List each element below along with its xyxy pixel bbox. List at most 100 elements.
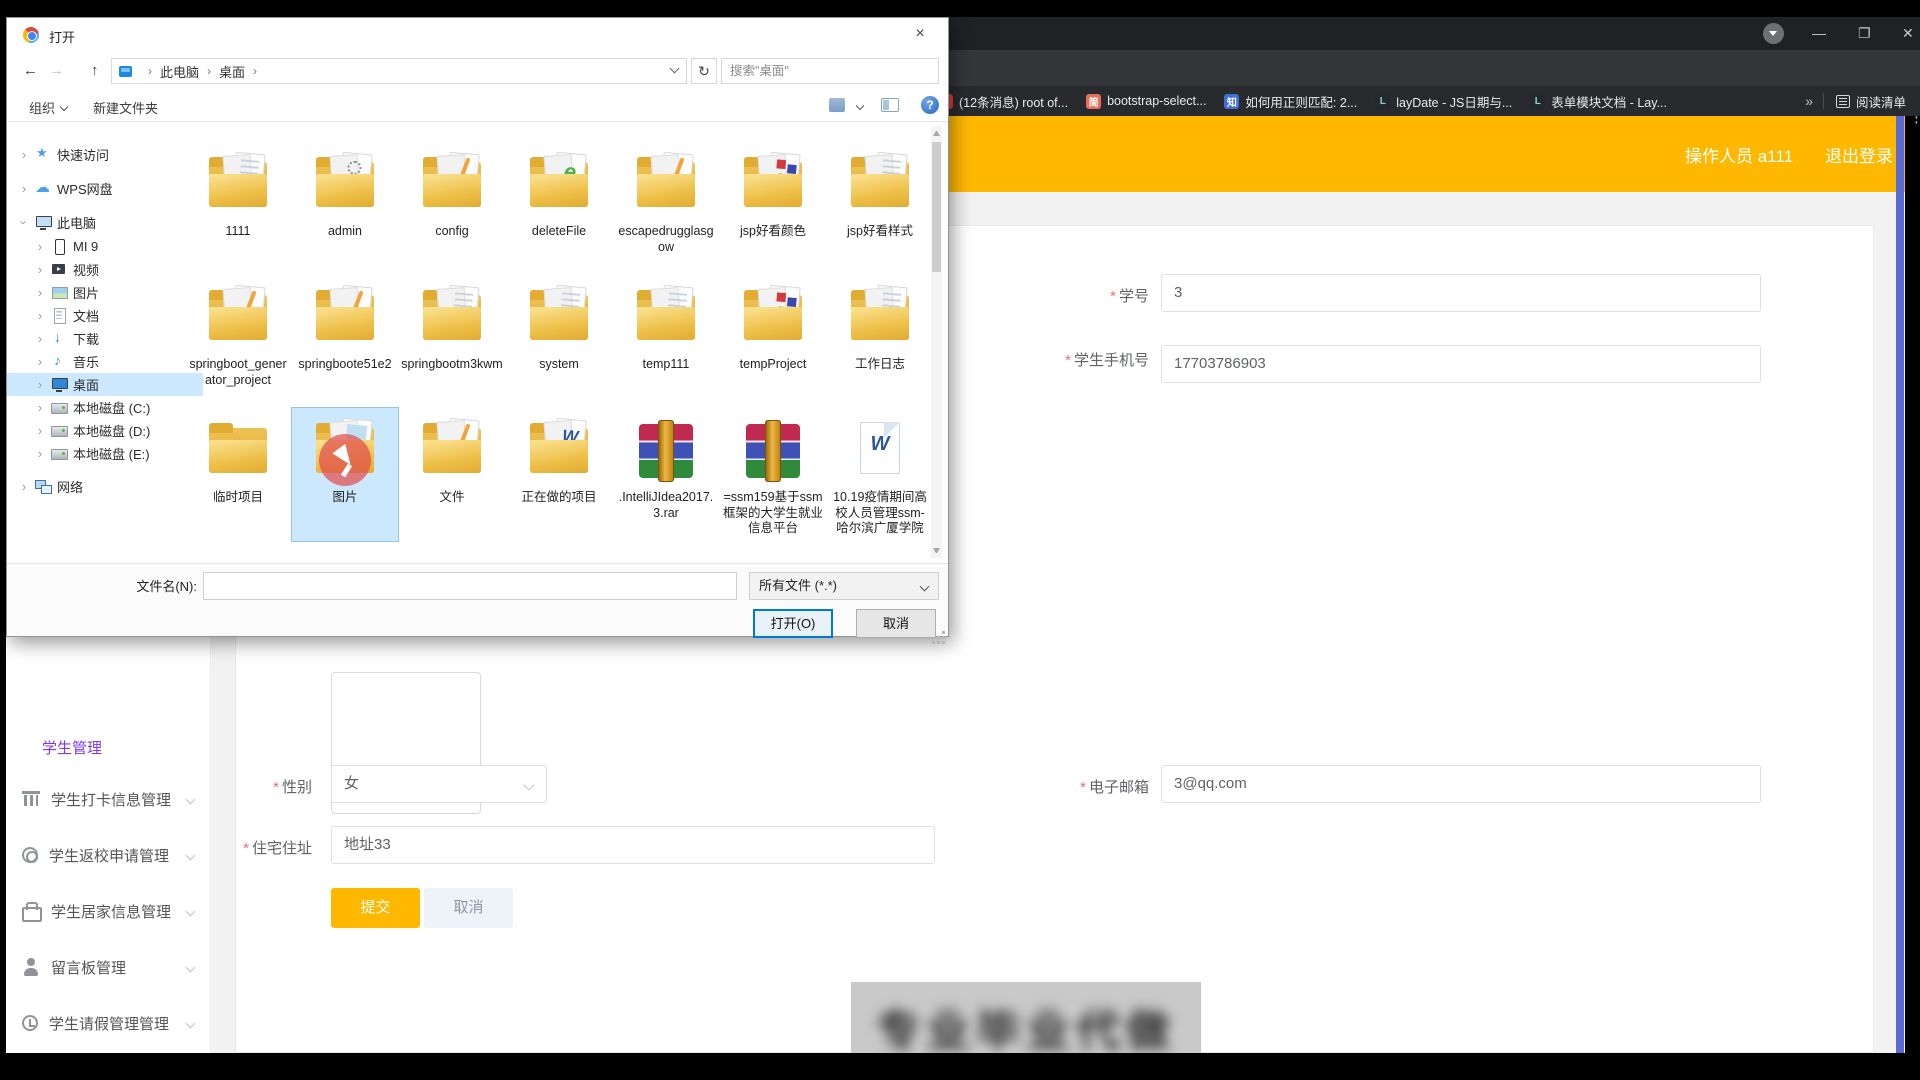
view-mode-icon[interactable] [829, 98, 845, 112]
file-item[interactable]: system [506, 275, 612, 408]
form-cancel-button[interactable]: 取消 [424, 888, 513, 928]
file-item[interactable]: springbootm3kwm [399, 275, 505, 408]
tree-node-label: 文档 [73, 306, 99, 325]
help-icon[interactable]: ? [921, 96, 939, 114]
file-item[interactable]: springboote51e2 [292, 275, 398, 408]
file-item[interactable]: =ssm159基于ssm框架的大学生就业信息平台 [720, 408, 826, 541]
tree-node[interactable]: 音乐 [7, 350, 203, 373]
tree-node[interactable]: 视频 [7, 258, 203, 281]
address-dropdown-icon[interactable] [670, 65, 678, 73]
dialog-close-icon[interactable]: × [908, 25, 932, 43]
file-item[interactable]: springboot_generator_project [185, 275, 291, 408]
file-item[interactable]: 图片 [292, 408, 398, 541]
chevron-icon[interactable] [33, 377, 47, 392]
file-item[interactable]: config [399, 142, 505, 275]
resize-grip[interactable] [942, 631, 945, 634]
file-item[interactable]: escapedrugglasgow [613, 142, 719, 275]
gender-select[interactable]: 女 [331, 765, 547, 803]
file-item[interactable]: tempProject [720, 275, 826, 408]
close-window-button[interactable]: ✕ [1902, 24, 1914, 42]
logout-link[interactable]: 退出登录 [1825, 142, 1893, 167]
chevron-icon[interactable] [33, 285, 47, 300]
sidebar-section-student-mgmt[interactable]: 学生管理 [42, 737, 102, 758]
open-button[interactable]: 打开(O) [753, 609, 833, 638]
bookmark-item[interactable]: L layDate - JS日期与... [1375, 92, 1512, 111]
grid-scrollbar[interactable] [931, 126, 942, 558]
file-item[interactable]: 工作日志 [827, 275, 933, 408]
tree-node[interactable]: 文档 [7, 304, 203, 327]
breadcrumb-desktop[interactable]: 桌面 [219, 62, 245, 81]
chevron-icon[interactable] [33, 446, 47, 461]
bookmark-item[interactable]: C (12条消息) root of... [938, 92, 1068, 111]
tree-node[interactable]: 本地磁盘 (C:) [7, 396, 203, 419]
minimize-button[interactable]: — [1812, 24, 1826, 42]
new-folder-button[interactable]: 新建文件夹 [93, 98, 158, 117]
tree-node[interactable]: 本地磁盘 (E:) [7, 442, 203, 465]
tree-node[interactable]: 本地磁盘 (D:) [7, 419, 203, 442]
tree-node[interactable]: 快速访问 [7, 142, 203, 167]
chevron-icon[interactable] [33, 308, 47, 323]
bookmark-item[interactable]: 简 bootstrap-select... [1086, 94, 1206, 109]
organize-menu[interactable]: 组织 [29, 98, 68, 117]
bookmark-item[interactable]: L 表单模块文档 - Lay... [1530, 92, 1667, 111]
filename-input[interactable] [203, 572, 737, 600]
refresh-button[interactable]: ↻ [691, 58, 717, 84]
sidebar-item[interactable]: 学生打卡信息管理 [22, 782, 196, 816]
chevron-icon[interactable] [17, 215, 31, 230]
file-item[interactable]: 文件 [399, 408, 505, 541]
address-input[interactable]: 地址33 [331, 826, 935, 864]
file-item-label: 1111 [223, 224, 252, 240]
chevron-icon[interactable] [17, 181, 31, 196]
reading-list-icon[interactable] [1836, 95, 1850, 108]
chevron-icon[interactable] [33, 331, 47, 346]
submit-button[interactable]: 提交 [331, 888, 420, 928]
file-item[interactable]: 临时项目 [185, 408, 291, 541]
file-item[interactable]: jsp好看样式 [827, 142, 933, 275]
restore-button[interactable]: ❐ [1858, 24, 1871, 42]
bookmarks-overflow-icon[interactable]: » [1805, 93, 1813, 109]
breadcrumb-this-pc[interactable]: 此电脑 [160, 62, 199, 81]
tree-node[interactable]: 下载 [7, 327, 203, 350]
chevron-icon[interactable] [33, 400, 47, 415]
chevron-icon[interactable] [17, 147, 31, 162]
chevron-icon[interactable] [33, 354, 47, 369]
file-item[interactable]: .IntelliJIdea2017.3.rar [613, 408, 719, 541]
bookmark-item[interactable]: 知 如何用正则匹配: 2... [1224, 92, 1357, 111]
tree-node[interactable]: 此电脑 [7, 210, 203, 235]
email-input[interactable]: 3@qq.com [1161, 765, 1761, 803]
sidebar-item[interactable]: 学生请假管理管理 [22, 1006, 196, 1040]
file-item[interactable]: jsp好看颜色 [720, 142, 826, 275]
filetype-select[interactable]: 所有文件 (*.*) [749, 572, 939, 600]
dialog-cancel-button[interactable]: 取消 [856, 609, 936, 638]
sidebar-item[interactable]: 学生居家信息管理 [22, 894, 196, 928]
view-mode-dropdown-icon[interactable] [857, 103, 864, 110]
sidebar-item[interactable]: 学生返校申请管理 [22, 838, 196, 872]
back-icon[interactable]: ← [23, 62, 38, 79]
sidebar-item[interactable]: 留言板管理 [22, 950, 196, 984]
tree-node[interactable]: 图片 [7, 281, 203, 304]
phone-input[interactable]: 17703786903 [1161, 345, 1761, 383]
file-item[interactable]: deleteFile [506, 142, 612, 275]
tree-node-icon [51, 239, 68, 254]
chevron-icon[interactable] [17, 479, 31, 494]
file-item[interactable]: 正在做的项目 [506, 408, 612, 541]
up-icon[interactable]: ↑ [91, 62, 99, 79]
address-bar[interactable]: › 此电脑 › 桌面 › [111, 58, 687, 84]
file-item[interactable]: temp111 [613, 275, 719, 408]
tree-node[interactable]: 网络 [7, 474, 203, 499]
chevron-icon[interactable] [33, 239, 47, 254]
page-scrollbar[interactable] [1896, 116, 1904, 1053]
file-item[interactable]: admin [292, 142, 398, 275]
profile-menu-icon[interactable] [1763, 23, 1784, 44]
preview-pane-icon[interactable] [881, 98, 899, 112]
student-id-input[interactable]: 3 [1161, 274, 1761, 312]
tree-node[interactable]: 桌面 [7, 373, 203, 396]
tree-node[interactable]: MI 9 [7, 235, 203, 258]
search-input[interactable]: 搜索"桌面" [721, 58, 939, 84]
reading-list-label[interactable]: 阅读清单 [1856, 92, 1906, 111]
chevron-icon[interactable] [33, 423, 47, 438]
file-item[interactable]: 10.19疫情期间高校人员管理ssm-哈尔滨广厦学院 [827, 408, 933, 541]
file-item[interactable]: 1111 [185, 142, 291, 275]
tree-node[interactable]: WPS网盘 [7, 176, 203, 201]
chevron-icon[interactable] [33, 262, 47, 277]
